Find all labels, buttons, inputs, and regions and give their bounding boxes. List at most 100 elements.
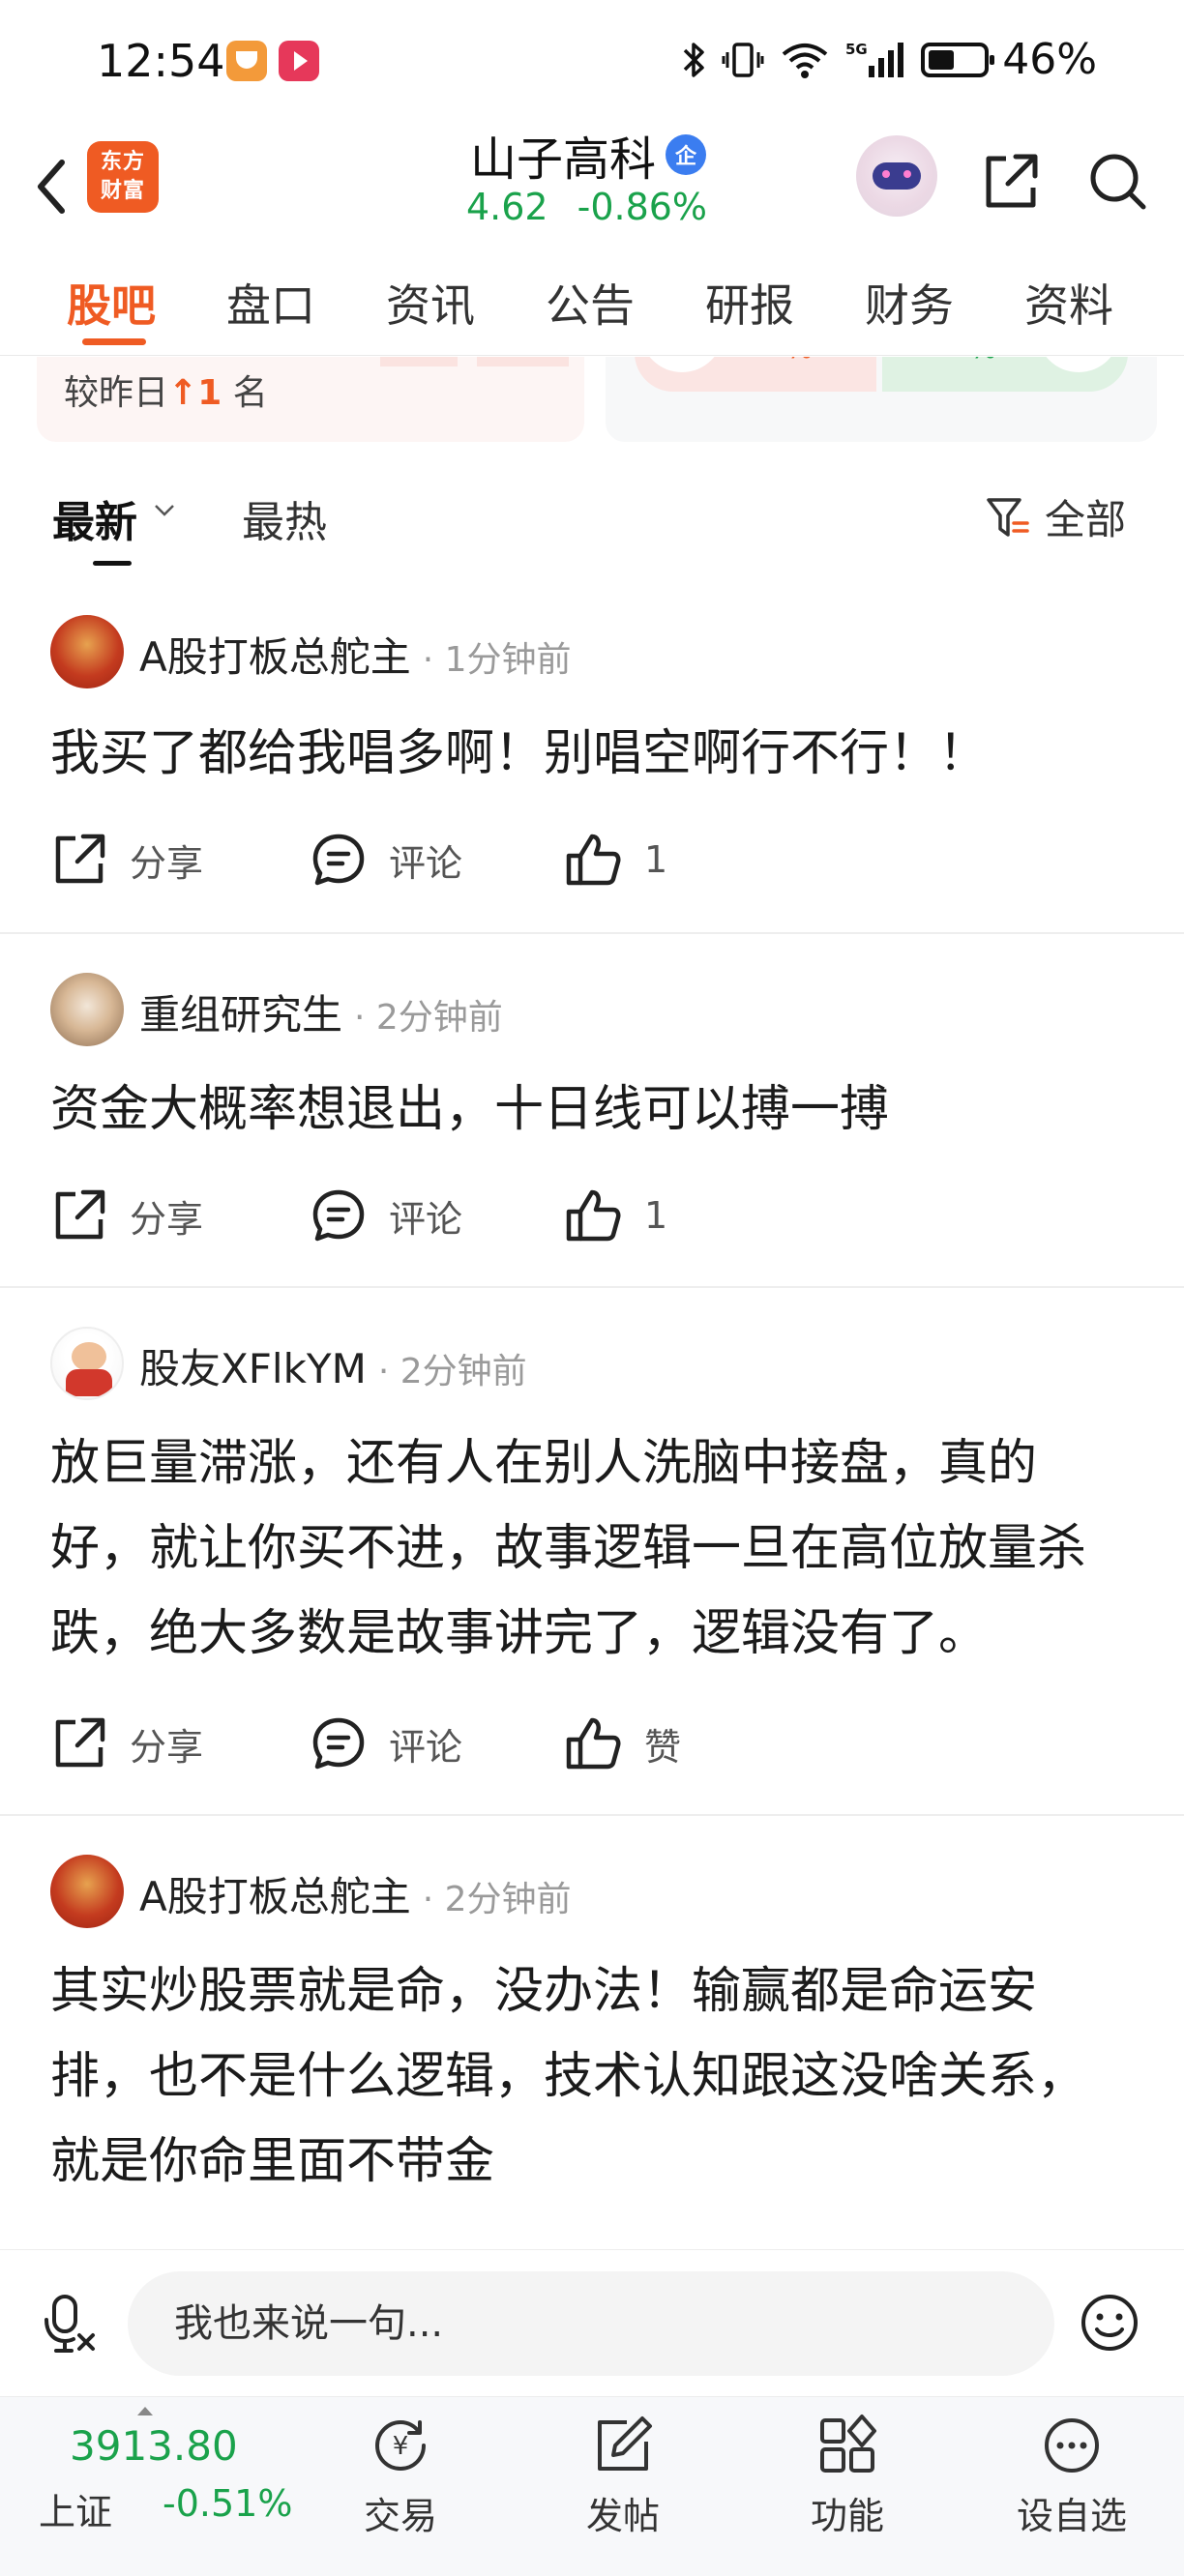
search-icon[interactable] <box>1083 147 1151 215</box>
post-filter-bar: 最新 最热 全部 <box>0 474 1184 571</box>
chevron-up-icon[interactable] <box>135 2405 155 2416</box>
sentiment-card[interactable]: **% **% <box>606 357 1157 442</box>
stock-tabs: 股吧 盘口 资讯 公告 研报 财务 资料 <box>0 248 1184 356</box>
video-app-notification-icon <box>279 41 319 81</box>
battery-icon <box>921 42 995 77</box>
comment-button[interactable]: 评论 <box>310 1710 462 1777</box>
stock-quote: 4.62 -0.86% <box>466 186 707 228</box>
stock-header: 东方 财富 山子高科 企 4.62 -0.86% <box>0 126 1184 248</box>
comment-input[interactable]: 我也来说一句... <box>128 2271 1054 2376</box>
post-content[interactable]: 我买了都给我唱多啊！别唱空啊行不行！！ <box>50 712 1134 797</box>
rank-suffix: 名 <box>232 373 268 413</box>
post-item[interactable]: A股打板总舵主 · 2分钟前 其实炒股票就是命，没办法！输赢都是命运安排，也不是什… <box>0 1816 1184 2249</box>
tab-research[interactable]: 研报 <box>705 271 794 335</box>
bullish-percent: **% <box>753 357 815 366</box>
post-time: · 2分钟前 <box>354 998 503 1038</box>
sort-active-indicator <box>93 561 132 566</box>
nav-post-label: 发帖 <box>585 2495 660 2537</box>
post-author[interactable]: A股打板总舵主 <box>139 1873 411 1920</box>
tab-news[interactable]: 资讯 <box>386 271 475 335</box>
comment-label: 评论 <box>389 1197 463 1241</box>
avatar[interactable] <box>50 615 124 688</box>
like-button[interactable]: 1 <box>563 1182 667 1249</box>
tab-profile[interactable]: 资料 <box>1024 271 1113 335</box>
nav-trade[interactable]: ¥ 交易 <box>323 2411 478 2539</box>
comment-button[interactable]: 评论 <box>310 826 462 893</box>
rank-prefix: 较昨日 <box>64 373 169 413</box>
post-actions: 分享 评论 1 <box>50 826 1134 893</box>
nav-add-watchlist-label: 设自选 <box>1016 2495 1127 2537</box>
tab-pankou[interactable]: 盘口 <box>226 271 315 335</box>
sort-hottest[interactable]: 最热 <box>242 487 327 549</box>
post-item[interactable]: A股打板总舵主 · 1分钟前 我买了都给我唱多啊！别唱空啊行不行！！ 分享 评论 … <box>0 600 1184 934</box>
nav-post[interactable]: 发帖 <box>546 2411 700 2539</box>
status-time: 12:54 <box>97 35 225 87</box>
rank-bar <box>380 357 458 366</box>
battery-level: 46% <box>1002 35 1097 84</box>
bluetooth-icon <box>683 42 704 77</box>
post-item[interactable]: 重组研究生 · 2分钟前 资金大概率想退出，十日线可以搏一搏 分享 评论 1 <box>0 934 1184 1288</box>
like-button[interactable]: 赞 <box>563 1710 681 1777</box>
comment-bar: 我也来说一句... <box>0 2249 1184 2396</box>
post-author[interactable]: A股打板总舵主 <box>139 633 411 681</box>
active-tab-indicator <box>82 338 146 345</box>
rank-up-arrow-icon: ↑ <box>168 373 198 413</box>
share-button[interactable]: 分享 <box>50 1710 203 1777</box>
stock-title[interactable]: 山子高科 企 <box>470 126 707 187</box>
tab-finance[interactable]: 财务 <box>865 271 954 335</box>
chevron-down-icon[interactable] <box>153 503 176 518</box>
share-label: 分享 <box>130 1197 204 1241</box>
sort-latest[interactable]: 最新 <box>52 487 137 549</box>
stock-price: 4.62 <box>466 186 548 228</box>
vibrate-icon <box>722 42 764 77</box>
edit-icon <box>598 2416 652 2471</box>
emoji-icon[interactable] <box>1078 2291 1141 2355</box>
post-time: · 2分钟前 <box>422 1880 572 1919</box>
filter-all-button[interactable]: 全部 <box>985 487 1126 546</box>
avatar[interactable] <box>50 1855 124 1928</box>
nav-functions-label: 功能 <box>810 2495 884 2537</box>
share-label: 分享 <box>130 1725 204 1769</box>
like-button[interactable]: 1 <box>563 826 667 893</box>
share-icon <box>55 1189 105 1240</box>
share-icon[interactable] <box>977 147 1045 215</box>
share-icon <box>55 834 105 884</box>
ai-assistant-avatar[interactable] <box>856 135 937 217</box>
index-change[interactable]: -0.51% <box>163 2482 292 2525</box>
avatar[interactable] <box>50 973 124 1046</box>
comment-icon <box>312 1717 365 1770</box>
voice-input-icon[interactable] <box>37 2291 101 2355</box>
nav-functions[interactable]: 功能 <box>770 2411 925 2539</box>
comment-label: 评论 <box>389 841 463 885</box>
rank-change-value: 1 <box>197 373 222 413</box>
comment-button[interactable]: 评论 <box>310 1182 462 1249</box>
share-button[interactable]: 分享 <box>50 1182 203 1249</box>
post-item[interactable]: 股友XFlkYM · 2分钟前 放巨量滞涨，还有人在别人洗脑中接盘，真的好，就让你… <box>0 1288 1184 1816</box>
comment-icon <box>312 834 365 886</box>
back-arrow-icon[interactable] <box>27 153 85 220</box>
post-content[interactable]: 放巨量滞涨，还有人在别人洗脑中接盘，真的好，就让你买不进，故事逻辑一旦在高位放量… <box>50 1421 1134 1677</box>
post-author[interactable]: 重组研究生 <box>139 991 342 1039</box>
post-content[interactable]: 资金大概率想退出，十日线可以搏一搏 <box>50 1068 1134 1153</box>
post-author-row: A股打板总舵主 · 1分钟前 <box>139 625 572 684</box>
like-label: 赞 <box>644 1725 682 1769</box>
post-author-row: 股友XFlkYM · 2分钟前 <box>139 1336 527 1395</box>
thumbs-up-icon <box>566 1717 621 1770</box>
filter-all-label: 全部 <box>1045 496 1127 543</box>
nav-add-watchlist[interactable]: 设自选 <box>994 2411 1149 2539</box>
comment-label: 评论 <box>389 1725 463 1769</box>
tab-guba[interactable]: 股吧 <box>67 271 156 335</box>
index-value[interactable]: 3913.80 <box>70 2422 238 2470</box>
svg-text:5G: 5G <box>845 41 868 58</box>
avatar[interactable] <box>50 1327 124 1400</box>
index-name[interactable]: 上证 <box>39 2482 112 2535</box>
signal-icon: 5G <box>845 41 904 77</box>
post-content[interactable]: 其实炒股票就是命，没办法！输赢都是命运安排，也不是什么逻辑，技术认知跟这没啥关系… <box>50 1949 1134 2205</box>
post-author[interactable]: 股友XFlkYM <box>139 1345 367 1392</box>
thumbs-up-icon <box>566 1189 621 1242</box>
share-button[interactable]: 分享 <box>50 826 203 893</box>
eastmoney-logo[interactable]: 东方 财富 <box>87 141 159 213</box>
rank-change-text: 较昨日↑1 名 <box>64 365 268 415</box>
enterprise-badge: 企 <box>666 134 707 175</box>
tab-announcements[interactable]: 公告 <box>546 271 635 335</box>
